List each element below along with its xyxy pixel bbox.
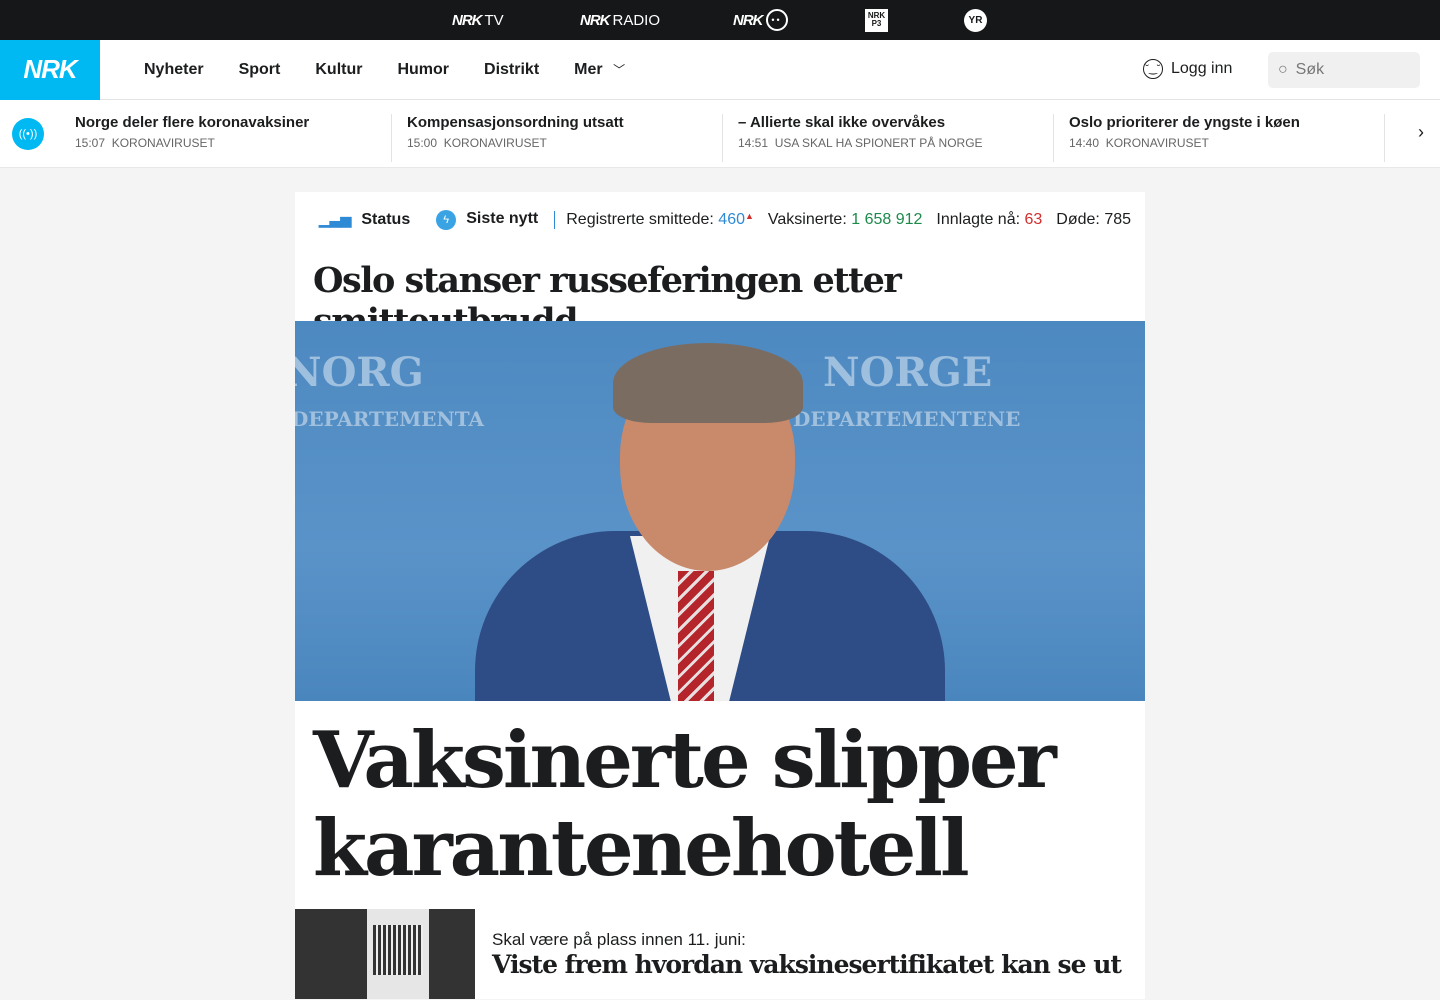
nrk-logo-icon: NRK: [452, 11, 482, 29]
news-ticker: ((•)) Norge deler flere koronavaksiner 15…: [0, 100, 1440, 168]
ticker-title: Kompensasjonsordning utsatt: [407, 114, 624, 131]
ticker-meta: 15:00 KORONAVIRUSET: [407, 136, 547, 150]
main-nav: NRK Nyheter Sport Kultur Humor Distrikt …: [0, 39, 1440, 100]
ticker-item[interactable]: Oslo prioriterer de yngste i køen 14:40 K…: [1053, 114, 1300, 162]
search-icon: ○: [1278, 61, 1288, 78]
infected-stat: Registrerte smittede: 460▲: [566, 211, 754, 228]
yr-logo-icon: YR: [964, 8, 987, 32]
sub-article-title: Viste frem hvordan vaksinesertifikatet k…: [492, 950, 1122, 979]
chevron-right-icon[interactable]: ›: [1418, 122, 1424, 143]
main-article-headline: Vaksinerte slipper karantenehotell: [295, 701, 1145, 909]
up-arrow-icon: ▲: [745, 211, 754, 221]
sub-article-kicker: Skal være på plass innen 11. juni:: [492, 930, 746, 949]
nrk-p3-link[interactable]: NRK P3: [865, 8, 888, 32]
service-bar: NRK TV NRK RADIO NRK •• NRK P3 YR: [0, 0, 1440, 40]
bar-chart-icon: ▁▃▅: [319, 211, 352, 227]
nav-sport[interactable]: Sport: [239, 61, 281, 79]
nav-humor[interactable]: Humor: [397, 61, 449, 79]
login-label: Logg inn: [1171, 60, 1233, 77]
ticker-meta: 15:07 KORONAVIRUSET: [75, 136, 215, 150]
login-button[interactable]: ˘‿˘ Logg inn: [1143, 59, 1232, 79]
hospitalized-stat: Innlagte nå: 63: [936, 211, 1043, 228]
search-placeholder: Søk: [1295, 61, 1325, 78]
nav-kultur[interactable]: Kultur: [315, 61, 362, 79]
chevron-down-icon: ﹀: [613, 62, 626, 77]
live-broadcast-icon: ((•)): [12, 118, 44, 150]
deaths-stat: Døde: 785: [1056, 211, 1132, 228]
service-label: TV: [484, 11, 504, 29]
ticker-title: Norge deler flere koronavaksiner: [75, 114, 310, 131]
ticker-item[interactable]: – Allierte skal ikke overvåkes 14:51 USA …: [722, 114, 983, 162]
nav-distrikt[interactable]: Distrikt: [484, 61, 539, 79]
top-article-link[interactable]: Oslo stanser russeferingen etter smitteu…: [295, 248, 1145, 342]
top-article-headline: Oslo stanser russeferingen etter smitteu…: [295, 248, 1145, 342]
corona-status-bar: ▁▃▅ Status ϟ Siste nytt Registrerte smitte…: [295, 192, 1145, 248]
user-face-icon: ˘‿˘: [1143, 59, 1163, 79]
divider: [554, 211, 556, 229]
yr-link[interactable]: YR: [964, 8, 987, 32]
ticker-meta: 14:40 KORONAVIRUSET: [1069, 136, 1209, 150]
nav-mer[interactable]: Mer ﹀: [574, 61, 625, 79]
ticker-title: – Allierte skal ikke overvåkes: [738, 114, 946, 131]
lightning-icon: ϟ: [436, 210, 457, 230]
qr-code-icon: [373, 925, 423, 975]
status-link[interactable]: ▁▃▅ Status: [319, 211, 410, 229]
divider: [1384, 114, 1400, 162]
article-photo: NORGE DEPARTEMENTENE DEPARTEMENTA NORG: [295, 321, 1145, 701]
main-content: ▁▃▅ Status ϟ Siste nytt Registrerte smitte…: [295, 192, 1145, 999]
nrk-super-link[interactable]: NRK ••: [733, 9, 788, 31]
search-input[interactable]: ○ Søk: [1268, 52, 1420, 88]
ticker-item[interactable]: Norge deler flere koronavaksiner 15:07 KO…: [60, 114, 309, 162]
service-label: RADIO: [612, 11, 661, 29]
nrk-logo-icon: NRK: [733, 11, 763, 29]
sub-article-link[interactable]: Skal være på plass innen 11. juni: Viste …: [295, 909, 1145, 999]
p3-logo-icon: NRK P3: [865, 8, 888, 32]
nav-nyheter[interactable]: Nyheter: [144, 61, 204, 79]
nav-mer-label: Mer: [574, 60, 603, 78]
sub-article-thumbnail: [295, 909, 475, 999]
nrk-logo-icon: NRK: [580, 11, 610, 29]
nrk-tv-link[interactable]: NRK TV: [452, 12, 504, 29]
ticker-item[interactable]: Kompensasjonsordning utsatt 15:00 KORONAV…: [391, 114, 624, 162]
ticker-meta: 14:51 USA SKAL HA SPIONERT PÅ NORGE: [738, 136, 983, 150]
main-article-link[interactable]: NORGE DEPARTEMENTENE DEPARTEMENTA NORG V…: [295, 321, 1145, 909]
nrk-logo[interactable]: NRK: [0, 39, 100, 100]
super-face-icon: ••: [765, 9, 788, 31]
nrk-radio-link[interactable]: NRK RADIO: [580, 12, 660, 29]
latest-news-link[interactable]: ϟ Siste nytt: [410, 210, 538, 230]
ticker-title: Oslo prioriterer de yngste i køen: [1069, 114, 1300, 131]
vaccinated-stat: Vaksinerte: 1 658 912: [767, 211, 923, 228]
